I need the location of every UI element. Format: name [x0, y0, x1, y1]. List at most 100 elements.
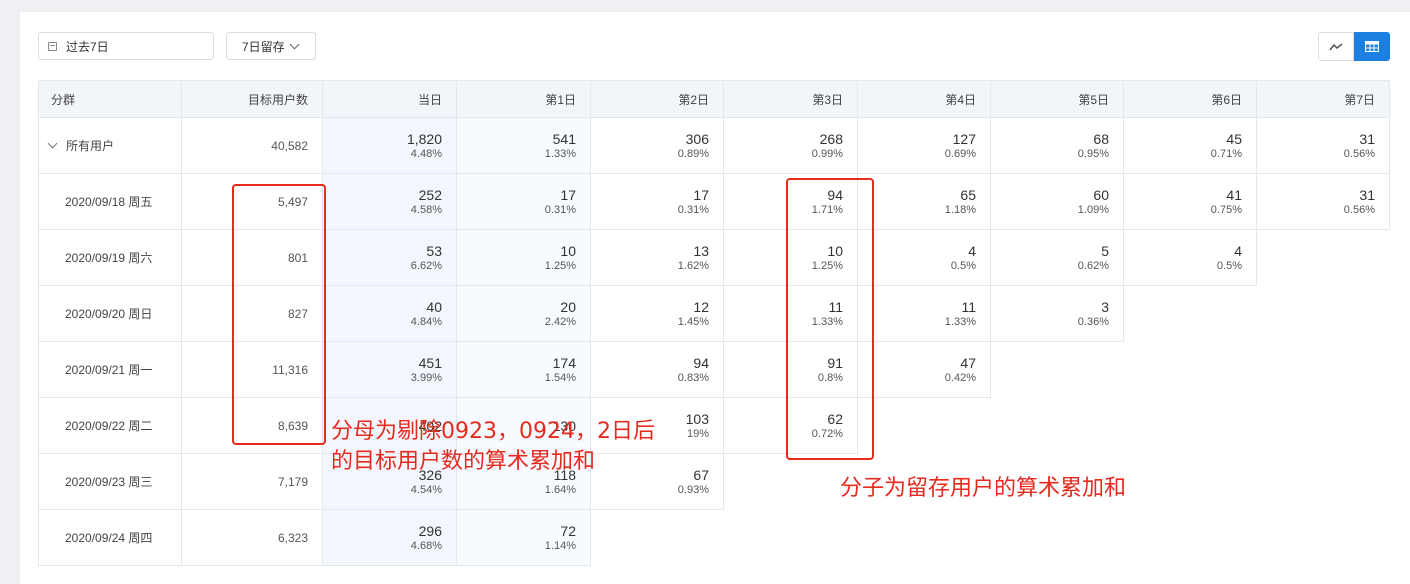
header-target-users[interactable]: 目标用户数	[181, 80, 323, 118]
retention-rate: 1.09%	[1077, 203, 1109, 216]
retained-count: 47	[960, 354, 976, 371]
retention-rate: 0.71%	[1210, 147, 1242, 160]
retention-rate: 0.99%	[811, 147, 843, 160]
empty-cell	[1257, 510, 1390, 566]
empty-cell	[858, 398, 991, 454]
header-day-2[interactable]: 第2日	[590, 80, 724, 118]
header-day-7[interactable]: 第7日	[1256, 80, 1390, 118]
retention-rate: 0.5%	[950, 259, 976, 272]
denominator-annotation-line1: 分母为剔除0923，0924，2日后	[331, 419, 655, 444]
header-day-0[interactable]: 当日	[322, 80, 457, 118]
retention-cell: 4 0.5%	[1123, 229, 1257, 286]
empty-cell	[1257, 230, 1390, 286]
header-day-5[interactable]: 第5日	[990, 80, 1124, 118]
retained-count: 17	[693, 186, 709, 203]
retention-rate: 0.75%	[1210, 203, 1242, 216]
retained-count: 1,820	[406, 130, 442, 147]
retention-cell: 68 0.95%	[990, 117, 1124, 174]
retention-rate: 0.93%	[677, 483, 709, 496]
retained-count: 17	[560, 186, 576, 203]
retained-count: 252	[418, 186, 442, 203]
retention-rate: 1.45%	[677, 315, 709, 328]
empty-cell	[858, 510, 991, 566]
numerator-highlight-box	[786, 178, 874, 460]
header-group[interactable]: 分群	[38, 80, 182, 118]
group-cell: 2020/09/20 周日	[38, 285, 182, 342]
header-day-3[interactable]: 第3日	[723, 80, 858, 118]
retention-cell: 252 4.58%	[322, 173, 457, 230]
retention-rate: 0.31%	[677, 203, 709, 216]
retained-count: 12	[693, 298, 709, 315]
calendar-icon	[48, 41, 57, 51]
group-cell: 2020/09/23 周三	[38, 453, 182, 510]
retained-count: 4	[968, 242, 976, 259]
retained-count: 4	[1234, 242, 1242, 259]
retention-rate: 4.48%	[410, 147, 442, 160]
group-label: 2020/09/22 周二	[65, 419, 153, 433]
retained-count: 53	[426, 242, 442, 259]
retained-count: 72	[560, 522, 576, 539]
retained-count: 174	[552, 354, 576, 371]
group-cell: 2020/09/24 周四	[38, 509, 182, 566]
retention-cell: 541 1.33%	[456, 117, 591, 174]
retention-rate: 0.89%	[677, 147, 709, 160]
header-day-6[interactable]: 第6日	[1123, 80, 1257, 118]
retention-type-label: 7日留存	[242, 39, 285, 54]
table-row: 所有用户 40,582 1,820 4.48% 541 1.33% 306 0.89% 268 0…	[38, 117, 1390, 174]
table-view-button[interactable]	[1354, 32, 1390, 61]
retention-rate: 4.54%	[410, 483, 442, 496]
retention-rate: 3.99%	[410, 371, 442, 384]
group-cell[interactable]: 所有用户	[38, 117, 182, 174]
target-users-cell: 40,582	[181, 117, 323, 174]
retained-count: 451	[418, 354, 442, 371]
empty-cell	[1257, 286, 1390, 342]
retained-count: 13	[693, 242, 709, 259]
empty-cell	[1124, 454, 1257, 510]
retained-count: 296	[418, 522, 442, 539]
retention-cell: 296 4.68%	[322, 509, 457, 566]
retention-type-select[interactable]: 7日留存	[226, 32, 316, 60]
retention-cell: 10 1.25%	[456, 229, 591, 286]
retention-rate: 0.69%	[944, 147, 976, 160]
retention-rate: 0.62%	[1077, 259, 1109, 272]
retained-count: 60	[1093, 186, 1109, 203]
retention-rate: 6.62%	[410, 259, 442, 272]
header-day-4[interactable]: 第4日	[857, 80, 991, 118]
group-label: 2020/09/18 周五	[65, 195, 153, 209]
date-range-picker[interactable]: 过去7日	[38, 32, 214, 60]
retained-count: 5	[1101, 242, 1109, 259]
retained-count: 68	[1093, 130, 1109, 147]
retention-rate: 0.5%	[1216, 259, 1242, 272]
empty-cell	[724, 454, 858, 510]
chevron-down-icon	[289, 39, 300, 49]
group-cell: 2020/09/22 周二	[38, 397, 182, 454]
retention-cell: 174 1.54%	[456, 341, 591, 398]
retention-rate: 4.58%	[410, 203, 442, 216]
empty-cell	[991, 342, 1124, 398]
retention-rate: 0.36%	[1077, 315, 1109, 328]
group-cell: 2020/09/18 周五	[38, 173, 182, 230]
retention-rate: 4.68%	[410, 539, 442, 552]
retention-cell: 3 0.36%	[990, 285, 1124, 342]
retention-cell: 5 0.62%	[990, 229, 1124, 286]
retained-count: 31	[1359, 186, 1375, 203]
retained-count: 67	[693, 466, 709, 483]
denominator-highlight-box	[232, 184, 326, 445]
retained-count: 94	[693, 354, 709, 371]
retention-cell: 451 3.99%	[322, 341, 457, 398]
retention-cell: 31 0.56%	[1256, 117, 1390, 174]
retained-count: 41	[1226, 186, 1242, 203]
line-chart-view-button[interactable]	[1318, 32, 1354, 61]
date-range-label: 过去7日	[66, 39, 109, 54]
retention-cell: 41 0.75%	[1123, 173, 1257, 230]
retention-rate: 1.25%	[544, 259, 576, 272]
empty-cell	[1257, 342, 1390, 398]
retention-cell: 1,820 4.48%	[322, 117, 457, 174]
group-label: 2020/09/19 周六	[65, 251, 153, 265]
retention-cell: 13 1.62%	[590, 229, 724, 286]
denominator-annotation-line2: 的目标用户数的算术累加和	[331, 449, 596, 474]
empty-cell	[991, 398, 1124, 454]
header-day-1[interactable]: 第1日	[456, 80, 591, 118]
retention-rate: 1.64%	[544, 483, 576, 496]
expand-chevron-icon[interactable]	[47, 138, 58, 149]
